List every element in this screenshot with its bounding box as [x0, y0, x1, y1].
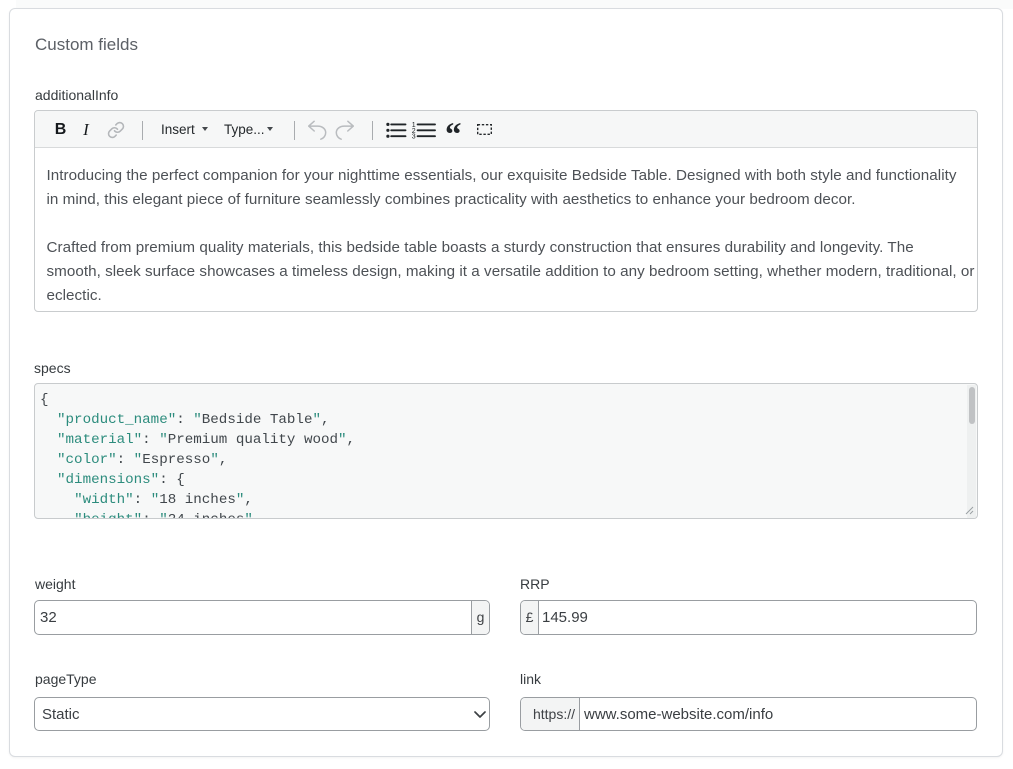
- svg-text:3: 3: [412, 134, 416, 140]
